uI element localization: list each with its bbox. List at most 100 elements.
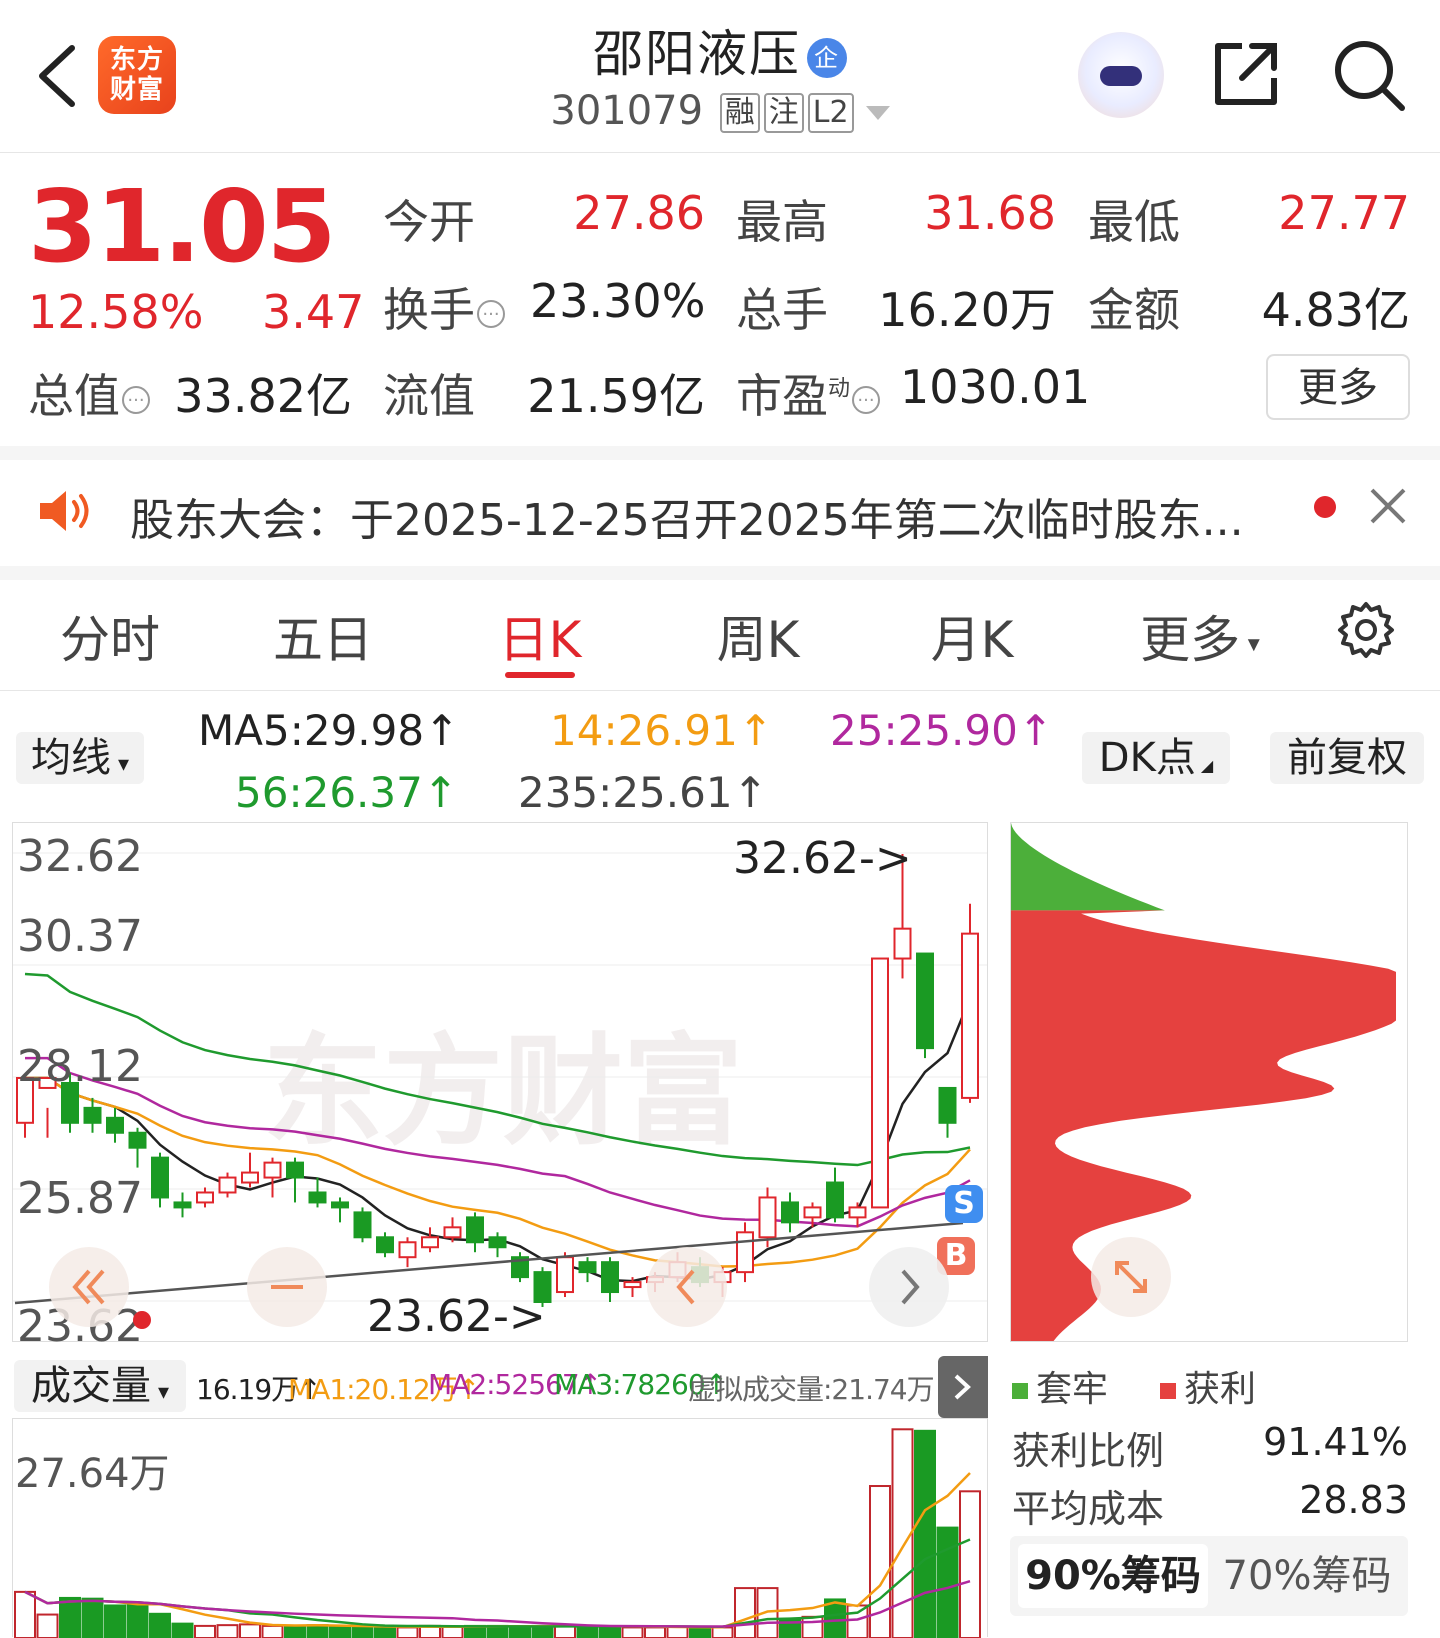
- y-tick-0: 32.62: [17, 831, 143, 882]
- candle-body: [421, 1236, 439, 1249]
- candle-body: [488, 1236, 507, 1249]
- scroll-left-button[interactable]: [647, 1247, 727, 1327]
- float-cap-value: 21.59亿: [527, 369, 705, 423]
- volume-bar: [374, 1626, 396, 1638]
- candle-body: [601, 1261, 619, 1294]
- candle-body: [443, 1226, 462, 1239]
- change-amount: 3.47: [262, 285, 365, 339]
- indicator-select[interactable]: 均线 ▾: [16, 732, 144, 784]
- tab-five-day[interactable]: 五日: [263, 600, 383, 672]
- scroll-right-button[interactable]: [869, 1247, 949, 1327]
- chip-svg: [1011, 823, 1396, 1341]
- kline-chart[interactable]: 东方财富 32.62 30.37 28.12 25.87 23.62 32.62…: [12, 822, 988, 1352]
- ma235-value: 235:25.61↑: [518, 768, 768, 817]
- market-cap-label[interactable]: 总值 ···: [28, 360, 150, 426]
- chip-trapped-area: [1011, 823, 1165, 911]
- avg-cost-value: 28.83: [1299, 1478, 1408, 1522]
- amount-value: 4.83亿: [1261, 283, 1410, 337]
- expand-panel-button[interactable]: [938, 1356, 988, 1418]
- volume-bar: [599, 1625, 621, 1638]
- candle-body: [556, 1256, 574, 1294]
- chip-tab-90[interactable]: 90%筹码: [1018, 1544, 1208, 1608]
- tag-margin: 融: [719, 93, 760, 133]
- market-cap-value: 33.82亿: [174, 369, 352, 423]
- volume-bar: [644, 1626, 666, 1638]
- volume-bar: [149, 1612, 171, 1638]
- turnover-label[interactable]: 换手 ···: [383, 274, 505, 340]
- ma56-value: 56:26.37↑: [235, 768, 459, 817]
- candle-body: [826, 1181, 844, 1219]
- candle-body: [286, 1161, 304, 1179]
- volume-bar: [801, 1615, 824, 1638]
- virtual-volume: 虚拟成交量:21.74万: [688, 1373, 935, 1406]
- change-percent: 12.58%: [28, 285, 204, 339]
- volume-chart[interactable]: 27.64万: [12, 1418, 988, 1638]
- volume-bar: [734, 1587, 756, 1638]
- high-value: 31.68: [924, 186, 1056, 240]
- candle-body: [196, 1191, 214, 1204]
- low-price-label: 23.62->: [367, 1291, 546, 1342]
- high-price-label: 32.62->: [733, 833, 912, 884]
- amount-label: 金额: [1088, 283, 1180, 337]
- y-tick-3: 25.87: [17, 1173, 143, 1224]
- candle-body: [331, 1201, 349, 1209]
- sell-signal-marker[interactable]: S: [945, 1185, 983, 1223]
- volume-bar: [711, 1626, 734, 1638]
- tab-intraday[interactable]: 分时: [50, 600, 170, 672]
- chip-range-tabs: 90%筹码 70%筹码: [1010, 1536, 1408, 1616]
- candle-body: [353, 1211, 372, 1239]
- tag-registration: 注: [763, 93, 804, 133]
- ma14-value: 14:26.91↑: [550, 706, 774, 755]
- avg-cost-label: 平均成本: [1012, 1487, 1165, 1531]
- float-cap-label: 流值: [383, 369, 475, 423]
- expand-icon[interactable]: [1091, 1237, 1171, 1317]
- volume-bar: [936, 1526, 959, 1638]
- volume-value: 16.20万: [878, 283, 1056, 337]
- volume-bar: [576, 1625, 599, 1638]
- chip-tab-70[interactable]: 70%筹码: [1214, 1544, 1400, 1608]
- notice-text[interactable]: 股东大会：于2025-12-25召开2025年第二次临时股东...: [130, 484, 1244, 548]
- y-tick-2: 28.12: [17, 1041, 143, 1092]
- ma5-value: MA5:29.98↑: [198, 706, 460, 755]
- volume-bar: [306, 1624, 329, 1638]
- close-icon[interactable]: [1368, 486, 1408, 526]
- scroll-left-fast-button[interactable]: [49, 1247, 129, 1327]
- more-quote-button[interactable]: 更多: [1266, 354, 1410, 420]
- tab-weekly-k[interactable]: 周K: [693, 600, 823, 672]
- pe-label[interactable]: 市盈动 ···: [736, 360, 881, 426]
- search-icon[interactable]: [1332, 38, 1406, 112]
- adjust-select[interactable]: 前复权: [1270, 732, 1424, 784]
- zoom-out-button[interactable]: [247, 1247, 327, 1327]
- volume-bar: [194, 1624, 216, 1638]
- tab-more[interactable]: 更多 ▾: [1130, 600, 1270, 672]
- kline-svg: 东方财富: [13, 852, 987, 1307]
- candle-body: [308, 1191, 327, 1204]
- candle-body: [623, 1281, 642, 1289]
- volume-bar: [621, 1626, 644, 1638]
- candle-body: [938, 1086, 957, 1124]
- tab-monthly-k[interactable]: 月K: [907, 600, 1037, 672]
- candle-body: [578, 1261, 597, 1274]
- high-label: 最高: [736, 195, 828, 249]
- info-icon: ···: [477, 299, 505, 328]
- volume-indicator-select[interactable]: 成交量 ▾: [14, 1360, 186, 1412]
- turnover-value: 23.30%: [530, 274, 706, 328]
- volume-bar: [284, 1624, 306, 1638]
- low-label: 最低: [1088, 195, 1180, 249]
- volume-bar: [216, 1624, 239, 1638]
- ai-assistant-avatar[interactable]: [1078, 32, 1164, 118]
- open-label: 今开: [383, 195, 475, 249]
- dk-point-toggle[interactable]: DK点 ◢: [1082, 732, 1230, 784]
- tag-level2: L2: [807, 93, 854, 133]
- volume-bar: [36, 1613, 59, 1638]
- volume-bar: [81, 1597, 104, 1638]
- chip-distribution-chart[interactable]: [1010, 822, 1408, 1342]
- share-icon[interactable]: [1212, 40, 1280, 108]
- candle-body: [83, 1106, 102, 1124]
- tab-daily-k[interactable]: 日K: [480, 600, 600, 672]
- candle-body: [106, 1116, 124, 1134]
- dropdown-triangle-icon: [865, 106, 890, 120]
- gear-icon[interactable]: [1336, 600, 1396, 660]
- volume-bar: [396, 1626, 419, 1638]
- candle-body: [758, 1196, 777, 1239]
